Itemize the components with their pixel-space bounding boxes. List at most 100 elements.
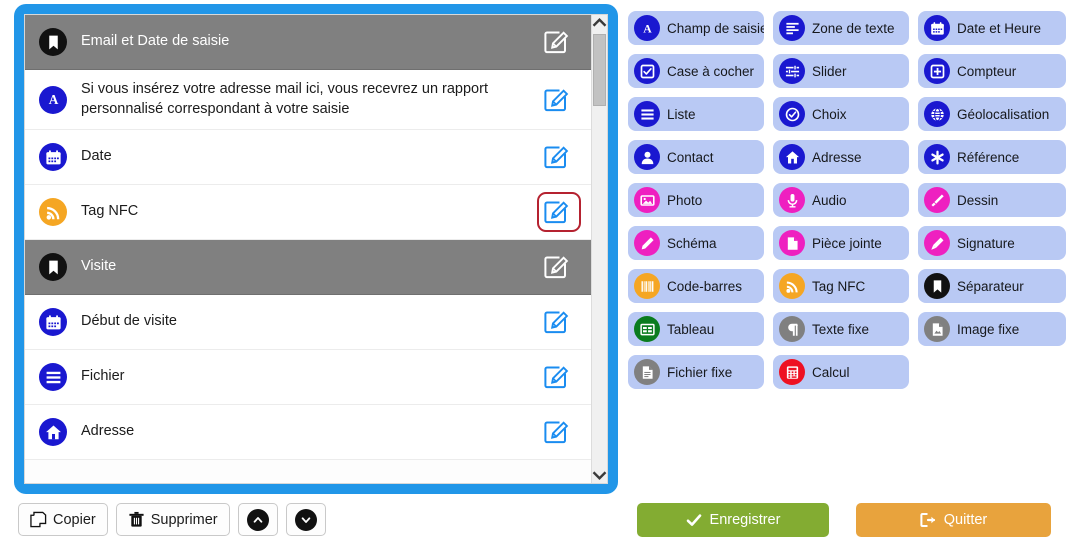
palette-item[interactable]: Tableau: [628, 312, 764, 346]
svg-text:A: A: [643, 22, 652, 35]
form-field-row[interactable]: A Si vous insérez votre adresse mail ici,…: [25, 70, 591, 130]
form-field-row[interactable]: Date: [25, 130, 591, 185]
palette-item[interactable]: Compteur: [918, 54, 1066, 88]
bookmark-icon: [39, 253, 67, 281]
palette-item[interactable]: Contact: [628, 140, 764, 174]
move-up-button[interactable]: [237, 503, 278, 536]
check-circle-icon: [779, 101, 805, 127]
scrollbar-thumb[interactable]: [593, 34, 606, 106]
element-type-palette: A Champ de saisie Zone de texte Date et Heu…: [628, 11, 1066, 389]
palette-item[interactable]: Code-barres: [628, 269, 764, 303]
edit-row-button[interactable]: [537, 412, 581, 452]
trash-icon: [128, 511, 145, 528]
palette-item[interactable]: Adresse: [773, 140, 909, 174]
list-icon: [39, 363, 67, 391]
palette-item[interactable]: Géolocalisation: [918, 97, 1066, 131]
edit-pencil-icon[interactable]: [539, 140, 573, 174]
palette-item[interactable]: Texte fixe: [773, 312, 909, 346]
form-group-row[interactable]: Visite: [25, 240, 591, 295]
palette-item[interactable]: Référence: [918, 140, 1066, 174]
palette-item-label: Tableau: [667, 321, 715, 337]
form-field-label: Adresse: [81, 423, 135, 440]
barcode-icon: [634, 273, 660, 299]
copy-button-label: Copier: [53, 511, 96, 528]
delete-button[interactable]: Supprimer: [115, 503, 230, 536]
copy-button[interactable]: Copier: [18, 503, 108, 536]
paintbrush-icon: [924, 187, 950, 213]
palette-item[interactable]: Date et Heure: [918, 11, 1066, 45]
edit-row-button[interactable]: [537, 80, 581, 120]
edit-row-button[interactable]: [537, 302, 581, 342]
palette-item-label: Compteur: [957, 63, 1017, 79]
palette-item[interactable]: Case à cocher: [628, 54, 764, 88]
plus-square-icon: [924, 58, 950, 84]
palette-item[interactable]: Choix: [773, 97, 909, 131]
palette-item-label: Slider: [812, 63, 847, 79]
palette-item-label: Référence: [957, 149, 1020, 165]
pencil-icon: [634, 230, 660, 256]
edit-pencil-icon[interactable]: [539, 83, 573, 117]
edit-row-button[interactable]: [537, 137, 581, 177]
palette-item[interactable]: A Champ de saisie: [628, 11, 764, 45]
palette-item[interactable]: Calcul: [773, 355, 909, 389]
palette-item[interactable]: Pièce jointe: [773, 226, 909, 260]
form-field-row[interactable]: Adresse: [25, 405, 591, 460]
quit-button[interactable]: Quitter: [856, 503, 1051, 537]
file-image-icon: [924, 316, 950, 342]
palette-item[interactable]: Photo: [628, 183, 764, 217]
edit-row-button[interactable]: [537, 357, 581, 397]
palette-item[interactable]: Signature: [918, 226, 1066, 260]
move-down-button[interactable]: [285, 503, 326, 536]
palette-item[interactable]: Dessin: [918, 183, 1066, 217]
edit-row-button[interactable]: [537, 247, 581, 287]
edit-pencil-icon[interactable]: [539, 250, 573, 284]
vertical-scrollbar[interactable]: [591, 15, 607, 483]
nfc-icon: [779, 273, 805, 299]
scrollbar-up-arrow[interactable]: [592, 15, 607, 32]
palette-item[interactable]: Séparateur: [918, 269, 1066, 303]
palette-item-label: Signature: [957, 235, 1015, 251]
palette-item[interactable]: Slider: [773, 54, 909, 88]
edit-pencil-icon[interactable]: [539, 195, 573, 229]
palette-item[interactable]: Image fixe: [918, 312, 1066, 346]
microphone-icon: [779, 187, 805, 213]
calendar-icon: [924, 15, 950, 41]
palette-item-label: Pièce jointe: [812, 235, 882, 251]
bookmark-icon: [39, 28, 67, 56]
calculator-icon: [779, 359, 805, 385]
palette-item-label: Schéma: [667, 235, 717, 251]
edit-pencil-icon[interactable]: [539, 360, 573, 394]
form-field-row[interactable]: Début de visite: [25, 295, 591, 350]
calendar-icon: [39, 143, 67, 171]
edit-row-button[interactable]: [537, 22, 581, 62]
save-button[interactable]: Enregistrer: [637, 503, 829, 537]
palette-item[interactable]: Zone de texte: [773, 11, 909, 45]
copy-icon: [30, 511, 47, 528]
delete-button-label: Supprimer: [150, 511, 218, 528]
palette-item-label: Tag NFC: [812, 278, 866, 294]
palette-item-label: Calcul: [812, 364, 850, 380]
palette-item[interactable]: Liste: [628, 97, 764, 131]
palette-item[interactable]: Schéma: [628, 226, 764, 260]
palette-item-label: Choix: [812, 106, 847, 122]
form-field-row[interactable]: Fichier: [25, 350, 591, 405]
palette-item-label: Adresse: [812, 149, 862, 165]
palette-item-label: Date et Heure: [957, 20, 1042, 36]
palette-item-label: Texte fixe: [812, 321, 870, 337]
palette-item-label: Case à cocher: [667, 63, 755, 79]
palette-item-label: Fichier fixe: [667, 364, 733, 380]
edit-pencil-icon[interactable]: [539, 305, 573, 339]
form-group-label: Visite: [81, 258, 117, 275]
palette-item[interactable]: Audio: [773, 183, 909, 217]
form-field-row[interactable]: Tag NFC: [25, 185, 591, 240]
edit-pencil-icon[interactable]: [539, 25, 573, 59]
edit-row-button-highlighted[interactable]: [537, 192, 581, 232]
palette-item[interactable]: Tag NFC: [773, 269, 909, 303]
scrollbar-down-arrow[interactable]: [592, 466, 607, 483]
svg-text:A: A: [48, 92, 58, 107]
palette-item[interactable]: Fichier fixe: [628, 355, 764, 389]
palette-item-label: Champ de saisie: [667, 20, 764, 36]
edit-pencil-icon[interactable]: [539, 415, 573, 449]
form-field-label: Si vous insérez votre adresse mail ici, …: [81, 80, 488, 117]
form-group-row[interactable]: Email et Date de saisie: [25, 15, 591, 70]
